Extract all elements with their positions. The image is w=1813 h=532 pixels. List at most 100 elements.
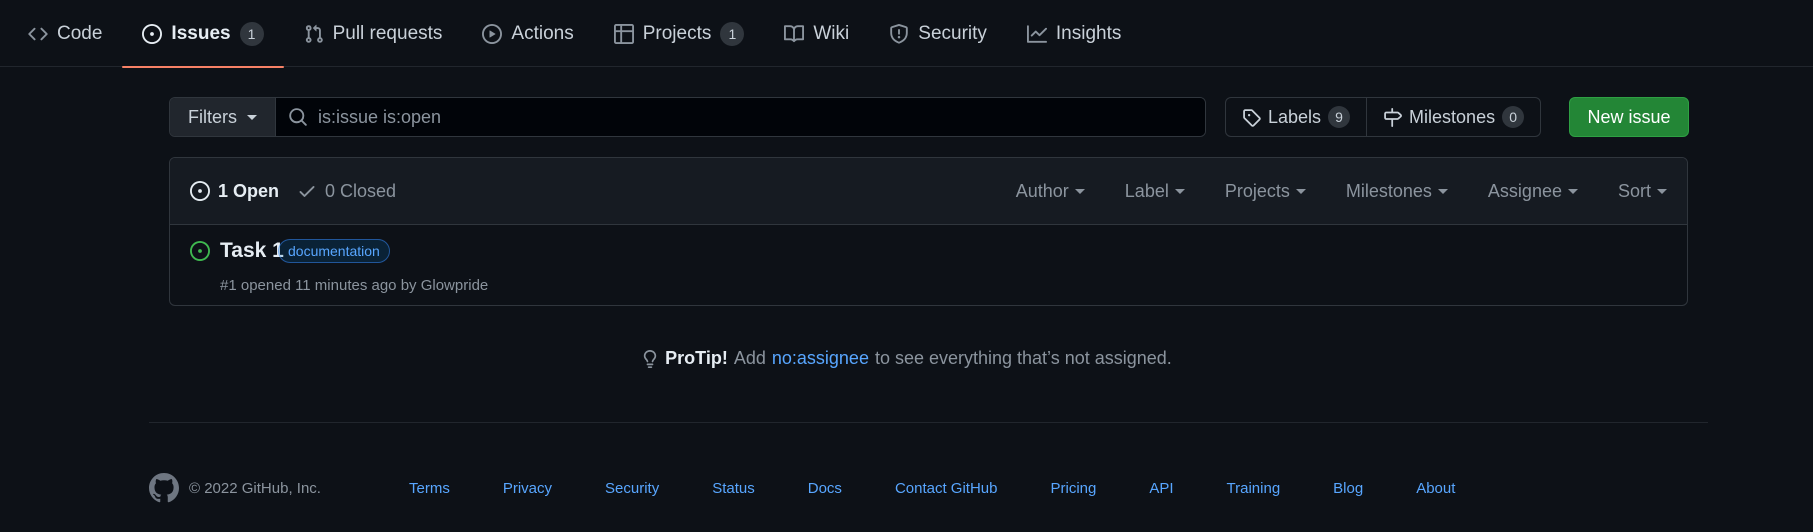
milestones-filter-label: Milestones: [1345, 181, 1432, 201]
issues-search-input[interactable]: [318, 98, 1205, 136]
issue-meta: #1 opened 11 minutes ago by Glowpride: [220, 277, 488, 294]
issues-list-header: 1 Open 0 Closed Author Label Projects Mi…: [170, 158, 1687, 225]
footer-link-blog[interactable]: Blog: [1333, 480, 1363, 497]
issues-count-badge: 1: [239, 21, 264, 46]
play-icon: [482, 23, 503, 44]
code-icon: [28, 24, 48, 44]
label-filter-dropdown[interactable]: Label: [1125, 181, 1185, 202]
tab-label: Insights: [1055, 22, 1122, 44]
tab-label: Security: [918, 22, 987, 44]
footer-link-about[interactable]: About: [1416, 480, 1455, 497]
footer-link-api[interactable]: API: [1149, 480, 1173, 497]
open-issues-toggle[interactable]: 1 Open: [190, 181, 279, 202]
tab-actions[interactable]: Actions: [462, 0, 593, 67]
footer-link-training[interactable]: Training: [1227, 480, 1281, 497]
issue-meta-text: #1 opened 11 minutes ago by: [220, 277, 421, 294]
protip-heading: ProTip!: [665, 348, 728, 368]
light-bulb-icon: [641, 349, 659, 369]
footer-link-docs[interactable]: Docs: [808, 480, 842, 497]
tag-icon: [1242, 108, 1261, 127]
git-pull-request-icon: [304, 24, 324, 44]
labels-label: Labels: [1268, 106, 1322, 127]
footer-links: Terms Privacy Security Status Docs Conta…: [409, 470, 1508, 506]
closed-count-label: 0 Closed: [325, 180, 397, 201]
tab-issues[interactable]: Issues 1: [122, 0, 284, 68]
milestones-filter-dropdown[interactable]: Milestones: [1346, 181, 1448, 202]
issue-row: Task 1 documentation #1 opened 11 minute…: [170, 225, 1687, 305]
issues-list-box: 1 Open 0 Closed Author Label Projects Mi…: [169, 157, 1688, 306]
filters-dropdown-button[interactable]: Filters: [170, 98, 276, 136]
label-filter-label: Label: [1124, 181, 1169, 201]
milestones-label: Milestones: [1409, 106, 1496, 127]
protip-text-before: Add: [733, 348, 766, 368]
projects-count-badge: 1: [720, 21, 745, 46]
protip: ProTip! Add no:assignee to see everythin…: [0, 348, 1813, 369]
footer-link-terms[interactable]: Terms: [409, 480, 450, 497]
search-icon: [288, 107, 308, 127]
assignee-filter-dropdown[interactable]: Assignee: [1488, 181, 1578, 202]
issue-label-documentation[interactable]: documentation: [278, 239, 390, 263]
sort-label: Sort: [1617, 181, 1651, 201]
issue-filter-dropdowns: Author Label Projects Milestones Assigne…: [1016, 158, 1667, 225]
tab-label: Pull requests: [332, 22, 443, 44]
tab-code[interactable]: Code: [28, 0, 122, 67]
labels-milestones-group: Labels 9 Milestones 0: [1225, 97, 1542, 137]
protip-query-link[interactable]: no:assignee: [772, 348, 869, 369]
author-filter-dropdown[interactable]: Author: [1016, 181, 1085, 202]
tab-label: Wiki: [813, 22, 850, 44]
github-logo-icon[interactable]: [149, 473, 179, 503]
caret-down-icon: [1567, 189, 1578, 194]
footer-link-privacy[interactable]: Privacy: [503, 480, 552, 497]
author-filter-label: Author: [1015, 181, 1069, 201]
tab-wiki[interactable]: Wiki: [764, 0, 869, 67]
tab-label: Projects: [642, 22, 712, 44]
check-icon: [297, 181, 317, 201]
labels-count-badge: 9: [1328, 106, 1351, 128]
tab-label: Code: [57, 22, 103, 44]
caret-down-icon: [1295, 189, 1306, 194]
tab-insights[interactable]: Insights: [1007, 0, 1141, 67]
table-icon: [613, 23, 634, 44]
tab-label: Issues: [171, 22, 231, 44]
projects-filter-label: Projects: [1224, 181, 1290, 201]
repo-nav: Code Issues 1 Pull requests Actions Proj…: [0, 0, 1813, 68]
filters-search-group: Filters: [169, 97, 1206, 137]
tab-security[interactable]: Security: [869, 0, 1007, 67]
copyright: © 2022 GitHub, Inc.: [189, 479, 321, 497]
labels-button[interactable]: Labels 9: [1226, 98, 1366, 136]
filters-label: Filters: [188, 106, 237, 127]
new-issue-button[interactable]: New issue: [1569, 97, 1689, 137]
caret-down-icon: [1074, 189, 1085, 194]
footer-link-contact[interactable]: Contact GitHub: [895, 480, 998, 497]
tab-pull-requests[interactable]: Pull requests: [284, 0, 463, 67]
milestones-count-badge: 0: [1502, 106, 1525, 128]
tab-projects[interactable]: Projects 1: [594, 0, 765, 67]
footer-link-status[interactable]: Status: [712, 480, 755, 497]
open-count-label: 1 Open: [218, 180, 280, 201]
assignee-filter-label: Assignee: [1487, 181, 1562, 201]
book-icon: [784, 24, 805, 44]
issue-author-link[interactable]: Glowpride: [421, 277, 489, 294]
caret-down-icon: [1657, 189, 1667, 194]
caret-down-icon: [247, 114, 257, 120]
closed-issues-toggle[interactable]: 0 Closed: [297, 181, 396, 202]
footer-link-pricing[interactable]: Pricing: [1050, 480, 1096, 497]
milestone-icon: [1383, 107, 1402, 127]
sort-dropdown[interactable]: Sort: [1618, 181, 1667, 202]
search-wrap: [276, 98, 1205, 136]
graph-icon: [1026, 24, 1047, 44]
protip-text-after: to see everything that’s not assigned.: [874, 348, 1172, 368]
footer-divider: [149, 422, 1708, 423]
footer: © 2022 GitHub, Inc. Terms Privacy Securi…: [149, 470, 1455, 506]
issue-opened-icon: [142, 23, 163, 44]
footer-link-security[interactable]: Security: [605, 480, 659, 497]
issue-title-link[interactable]: Task 1: [220, 239, 284, 263]
caret-down-icon: [1174, 189, 1185, 194]
projects-filter-dropdown[interactable]: Projects: [1225, 181, 1306, 202]
tab-label: Actions: [511, 22, 574, 44]
issue-open-status-icon: [190, 241, 210, 261]
milestones-button[interactable]: Milestones 0: [1366, 98, 1540, 136]
issue-opened-icon: [190, 181, 210, 201]
shield-icon: [889, 23, 909, 44]
issues-subnav: Filters Labels 9 Milestones 0 New issue: [169, 97, 1689, 137]
